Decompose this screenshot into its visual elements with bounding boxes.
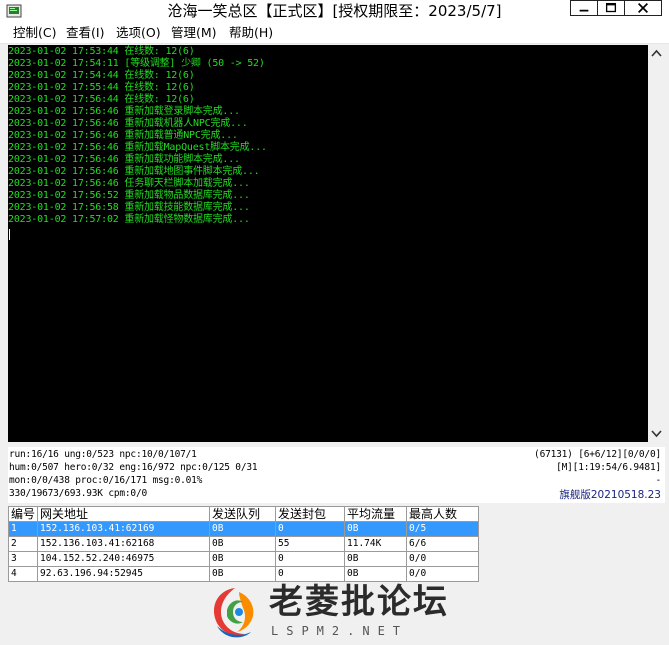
chevron-down-icon [651, 430, 662, 438]
log-line: 2023-01-02 17:55:44 在线数: 12(6) [8, 82, 195, 93]
cell-avg-traffic: 0B [344, 551, 407, 567]
log-line: 2023-01-02 17:56:46 重新加载登录脚本完成... [8, 106, 240, 117]
cell-avg-traffic: 11.74K [344, 536, 407, 552]
table-row[interactable]: 2 152.136.103.41:62168 0B 55 11.74K 6/6 [8, 536, 479, 552]
col-header-send-packets[interactable]: 发送封包 [275, 506, 345, 522]
menu-view[interactable]: 查看(I) [66, 25, 104, 41]
cell-gateway: 152.136.103.41:62168 [37, 536, 210, 552]
cell-avg-traffic: 0B [344, 566, 407, 582]
status-line-1-right: (67131) [6+6/12][0/0/0] [534, 449, 661, 460]
cell-send-packets: 55 [275, 536, 345, 552]
log-line: 2023-01-02 17:56:46 重新加载普通NPC完成... [8, 130, 238, 141]
menu-options[interactable]: 选项(O) [116, 25, 161, 41]
cell-gateway: 152.136.103.41:62169 [37, 521, 210, 537]
gateway-table: 编号 网关地址 发送队列 发送封包 平均流量 最高人数 1 152.136.10… [8, 506, 479, 582]
status-line-3-right: - [655, 475, 661, 486]
log-console[interactable]: 2023-01-02 17:53:44 在线数: 12(6) 2023-01-0… [8, 45, 648, 442]
cell-send-packets: 0 [275, 551, 345, 567]
cell-max-users: 0/0 [406, 551, 479, 567]
cell-send-packets: 0 [275, 566, 345, 582]
watermark: 老菱批论坛 LSPM2.NET [205, 582, 495, 642]
log-line: 2023-01-02 17:54:11 [等级调整] 少卿 (50 -> 52) [8, 58, 265, 69]
log-line: 2023-01-02 17:56:46 重新加载地图事件脚本完成... [8, 166, 260, 177]
table-header-row: 编号 网关地址 发送队列 发送封包 平均流量 最高人数 [8, 506, 479, 522]
watermark-subtext: LSPM2.NET [271, 624, 409, 638]
col-header-avg-traffic[interactable]: 平均流量 [344, 506, 407, 522]
cell-send-queue: 0B [209, 566, 276, 582]
status-line-4: 330/19673/693.93K cpm:0/0 [9, 488, 147, 499]
cell-avg-traffic: 0B [344, 521, 407, 537]
status-line-1: run:16/16 ung:0/523 npc:10/0/107/1 [9, 449, 197, 460]
menu-bar: 控制(C) 查看(I) 选项(O) 管理(M) 帮助(H) [0, 22, 669, 44]
log-line: 2023-01-02 17:56:46 重新加载MapQuest脚本完成... [8, 142, 267, 153]
close-button[interactable] [624, 0, 662, 16]
cell-gateway: 92.63.196.94:52945 [37, 566, 210, 582]
cell-id: 2 [8, 536, 38, 552]
table-row[interactable]: 3 104.152.52.240:46975 0B 0 0B 0/0 [8, 551, 479, 567]
watermark-text: 老菱批论坛 [269, 582, 449, 622]
log-line: 2023-01-02 17:54:44 在线数: 12(6) [8, 70, 195, 81]
log-line: 2023-01-02 17:57:02 重新加载怪物数据库完成... [8, 214, 250, 225]
minimize-button[interactable] [570, 0, 598, 16]
status-panel: run:16/16 ung:0/523 npc:10/0/107/1 (6713… [8, 447, 665, 503]
log-line: 2023-01-02 17:56:46 任务聊天栏脚本加载完成... [8, 178, 250, 189]
status-line-2: hum:0/507 hero:0/32 eng:16/972 npc:0/125… [9, 462, 258, 473]
col-header-id[interactable]: 编号 [8, 506, 38, 522]
scroll-down-button[interactable] [648, 425, 665, 442]
cell-max-users: 0/5 [406, 521, 479, 537]
app-window: 沧海一笑总区【正式区】[授权期限至：2023/5/7] 控制(C) 查看(I) … [0, 0, 669, 645]
log-line: 2023-01-02 17:56:58 重新加载技能数据库完成... [8, 202, 250, 213]
minimize-icon [579, 9, 589, 12]
cell-id: 1 [8, 521, 38, 537]
text-caret [9, 229, 10, 240]
cell-max-users: 6/6 [406, 536, 479, 552]
cell-send-queue: 0B [209, 551, 276, 567]
chevron-up-icon [651, 49, 662, 57]
menu-manage[interactable]: 管理(M) [171, 25, 217, 41]
vertical-scrollbar[interactable] [648, 45, 665, 442]
title-bar[interactable]: 沧海一笑总区【正式区】[授权期限至：2023/5/7] [0, 0, 669, 22]
maximize-icon [605, 2, 617, 13]
cell-send-queue: 0B [209, 521, 276, 537]
log-line: 2023-01-02 17:56:46 重新加载机器人NPC完成... [8, 118, 248, 129]
cell-id: 3 [8, 551, 38, 567]
table-row[interactable]: 4 92.63.196.94:52945 0B 0 0B 0/0 [8, 566, 479, 582]
cell-send-packets: 0 [275, 521, 345, 537]
maximize-button[interactable] [597, 0, 625, 16]
status-line-2-right: [M][1:19:54/6.9481] [556, 462, 661, 473]
scroll-up-button[interactable] [648, 45, 665, 62]
cell-send-queue: 0B [209, 536, 276, 552]
col-header-send-queue[interactable]: 发送队列 [209, 506, 276, 522]
log-line: 2023-01-02 17:53:44 在线数: 12(6) [8, 46, 195, 57]
cell-gateway: 104.152.52.240:46975 [37, 551, 210, 567]
cell-max-users: 0/0 [406, 566, 479, 582]
status-line-3: mon:0/0/438 proc:0/16/171 msg:0.01% [9, 475, 203, 486]
menu-help[interactable]: 帮助(H) [229, 25, 273, 41]
cell-id: 4 [8, 566, 38, 582]
log-line: 2023-01-02 17:56:46 重新加载功能脚本完成... [8, 154, 240, 165]
menu-control[interactable]: 控制(C) [13, 25, 56, 41]
version-label: 旗舰版20210518.23 [559, 489, 661, 501]
log-line: 2023-01-02 17:56:44 在线数: 12(6) [8, 94, 195, 105]
col-header-max-users[interactable]: 最高人数 [406, 506, 479, 522]
table-row[interactable]: 1 152.136.103.41:62169 0B 0 0B 0/5 [8, 521, 479, 537]
close-icon [638, 3, 648, 13]
window-title: 沧海一笑总区【正式区】[授权期限至：2023/5/7] [167, 2, 502, 20]
col-header-gateway[interactable]: 网关地址 [37, 506, 210, 522]
log-line: 2023-01-02 17:56:52 重新加载物品数据库完成... [8, 190, 250, 201]
watermark-logo-icon [213, 588, 254, 638]
